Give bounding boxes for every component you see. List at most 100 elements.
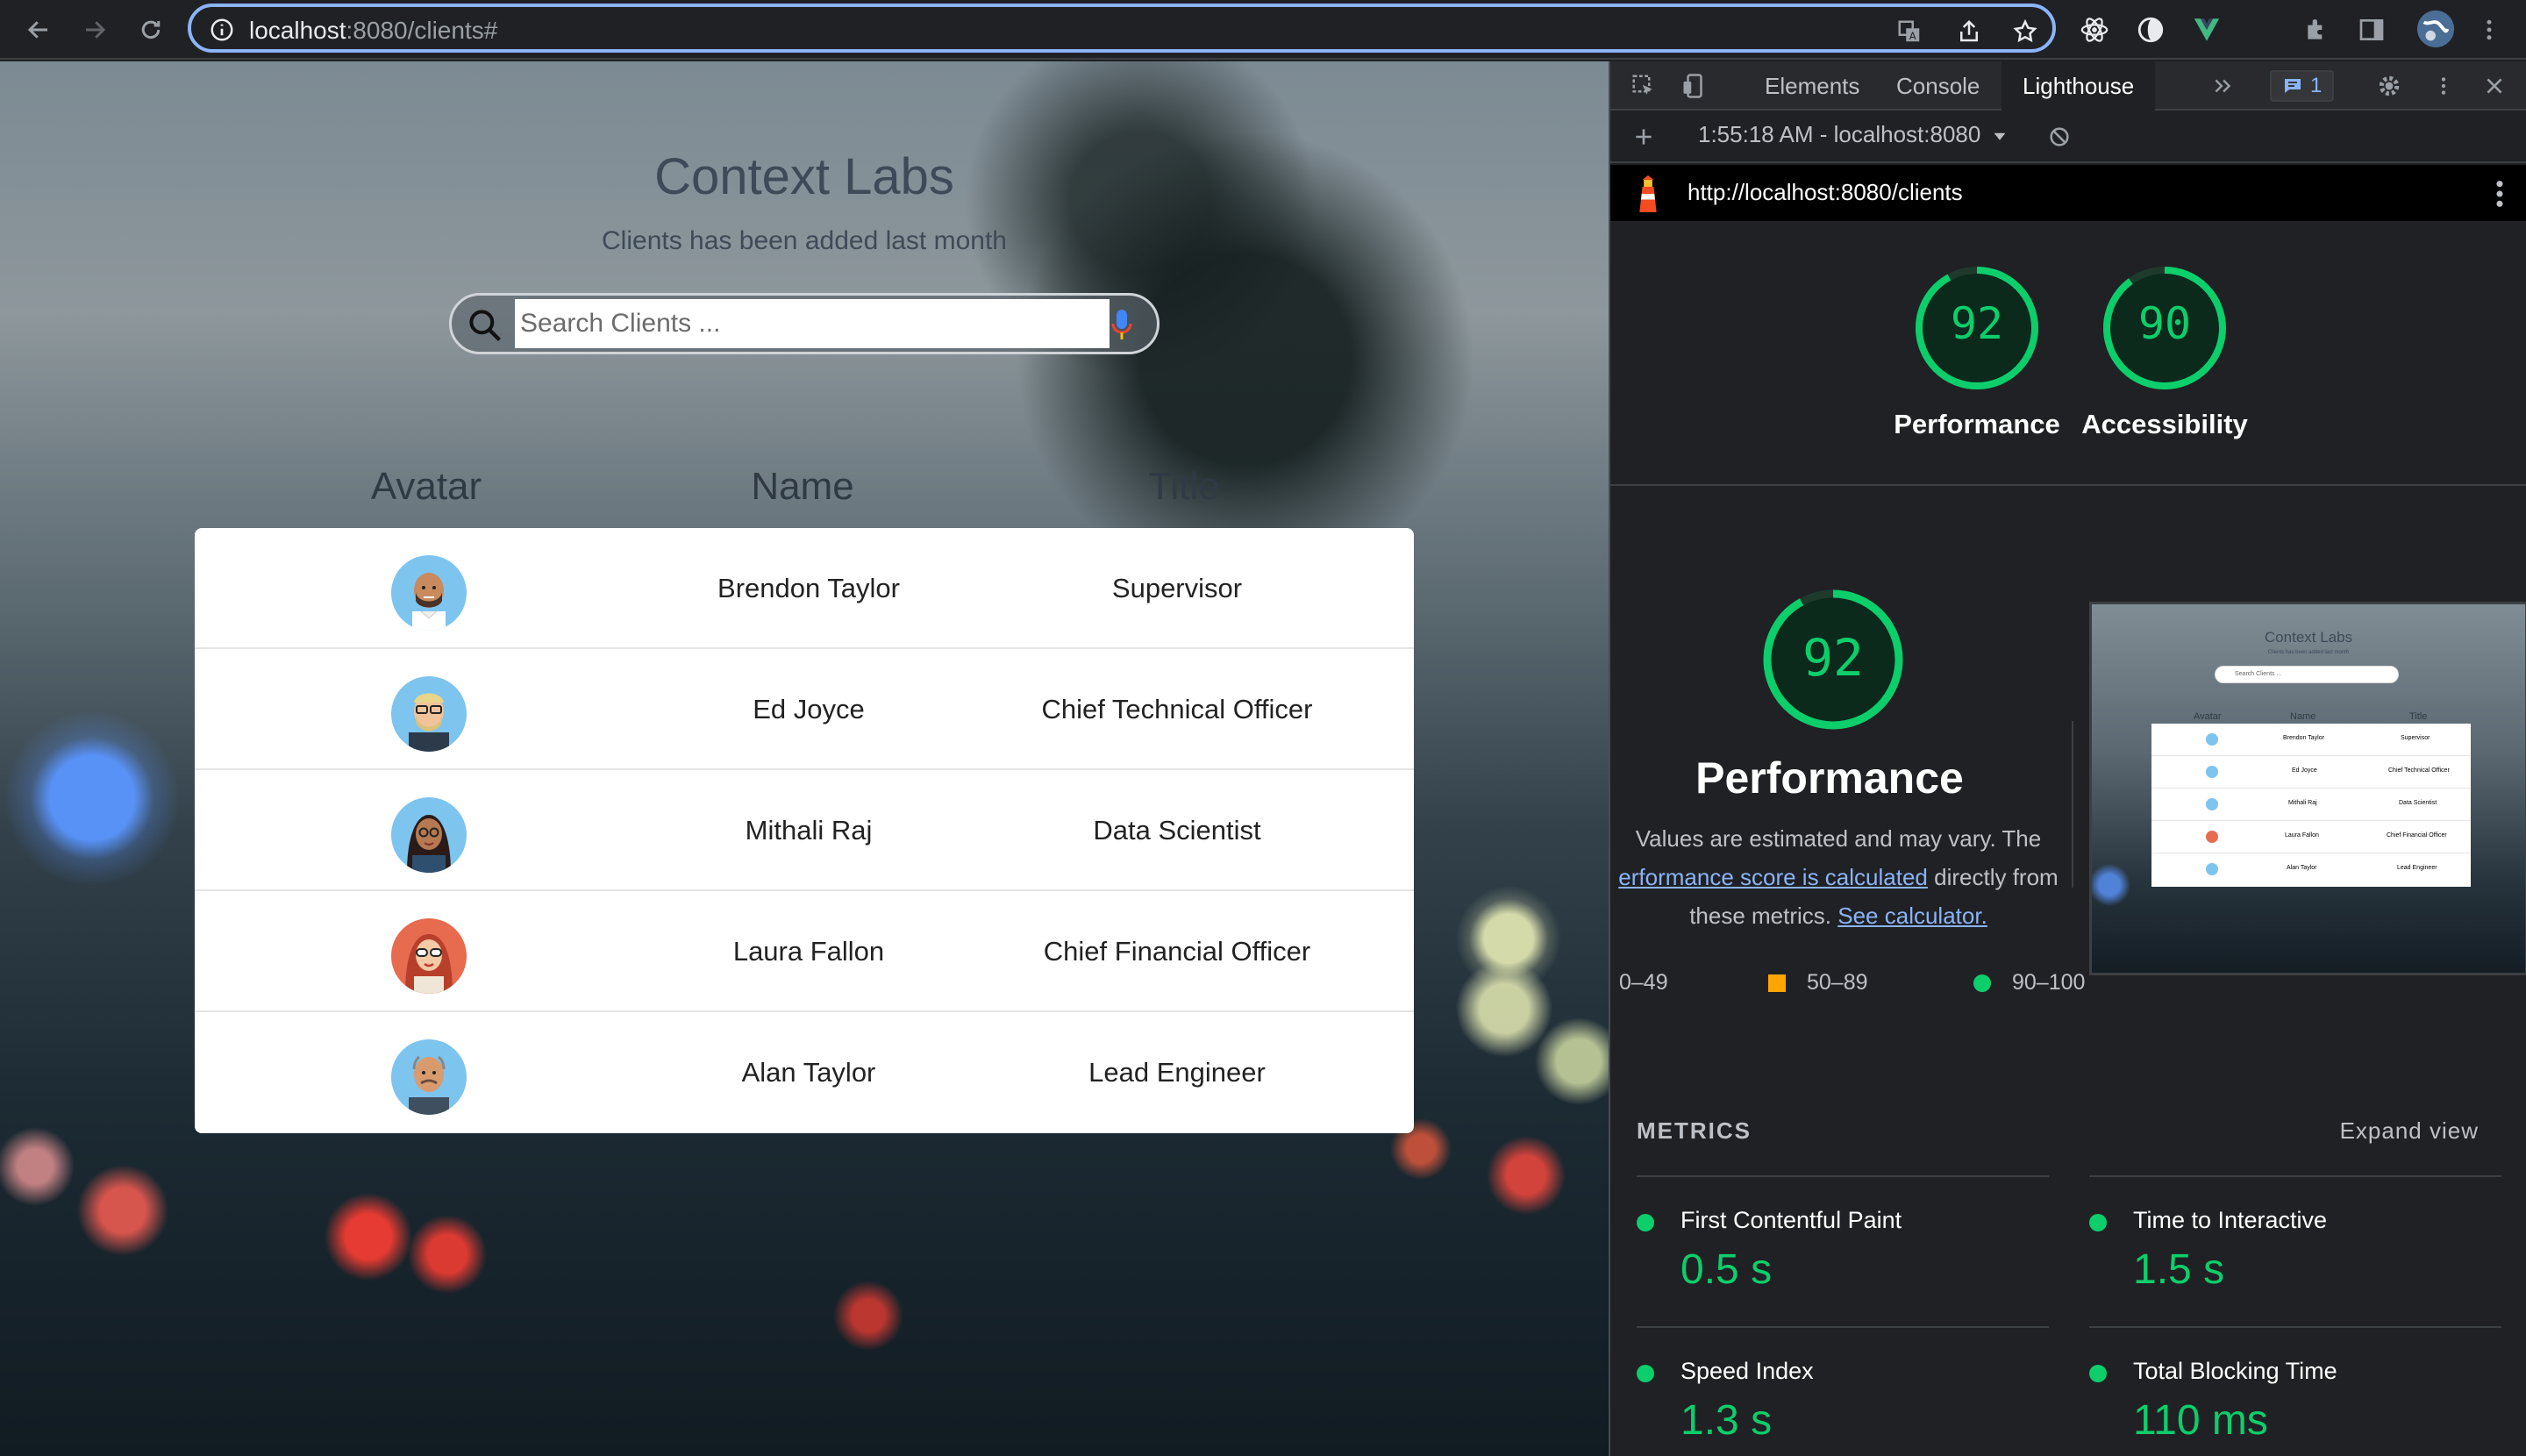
- metric-value: 110 ms: [2133, 1397, 2268, 1444]
- devtools-tab-bar: Elements Console Lighthouse 1: [1610, 61, 2526, 111]
- table-row[interactable]: Ed Joyce Chief Technical Officer: [195, 649, 1414, 770]
- address-bar[interactable]: localhost:8080/clients# A: [188, 4, 2056, 53]
- url-text[interactable]: localhost:8080/clients#: [249, 17, 497, 45]
- metrics-header: METRICS: [1637, 1117, 1752, 1144]
- avatar: [391, 555, 467, 631]
- avatar: [391, 1039, 467, 1115]
- close-icon[interactable]: [2479, 70, 2510, 102]
- dropdown-arrow-icon: [1994, 132, 2005, 140]
- metric-value: 1.5 s: [2133, 1246, 2225, 1293]
- site-info-icon[interactable]: [209, 17, 235, 43]
- tab-console[interactable]: Console: [1875, 61, 2001, 111]
- react-devtools-icon[interactable]: [2077, 12, 2112, 47]
- table-row[interactable]: Mithali Raj Data Scientist: [195, 770, 1414, 891]
- table-row[interactable]: Laura Fallon Chief Financial Officer: [195, 891, 1414, 1012]
- side-panel-icon[interactable]: [2354, 12, 2389, 47]
- issues-count: 1: [2310, 74, 2323, 97]
- search-icon: [466, 306, 504, 345]
- translate-icon[interactable]: A: [1894, 17, 1924, 46]
- message-icon: [2285, 79, 2301, 93]
- more-tabs-icon[interactable]: [2207, 70, 2238, 102]
- divider: [1610, 484, 2526, 486]
- thumbnail-col-avatar: Avatar: [2194, 711, 2222, 722]
- tab-elements[interactable]: Elements: [1744, 61, 1880, 111]
- table-row[interactable]: Alan Taylor Lead Engineer: [195, 1012, 1414, 1133]
- tab-lighthouse[interactable]: Lighthouse: [2002, 61, 2156, 111]
- client-name: Ed Joyce: [753, 694, 865, 724]
- legend-average: 50–89: [1768, 970, 1868, 996]
- microphone-icon[interactable]: [1111, 308, 1132, 343]
- performance-gauge[interactable]: 92: [1914, 265, 2040, 391]
- client-title: Data Scientist: [1093, 815, 1261, 846]
- reload-icon: [141, 20, 161, 39]
- circle-icon: [1973, 974, 1991, 993]
- device-toggle-icon[interactable]: [1679, 70, 1710, 102]
- svg-text:A: A: [1909, 31, 1916, 42]
- expand-view-toggle[interactable]: Expand view: [2340, 1117, 2479, 1145]
- thumbnail-row: Alan Taylor Lead Engineer: [2151, 853, 2471, 886]
- thumbnail-table: Brendon Taylor Supervisor Ed Joyce Chief T…: [2151, 724, 2471, 887]
- clear-block-icon[interactable]: [2044, 121, 2075, 153]
- share-icon[interactable]: [1954, 17, 1984, 46]
- thumbnail-title: Context Labs: [2264, 629, 2353, 646]
- metric-total-blocking-time: Total Blocking Time 110 ms: [2063, 1345, 2475, 1456]
- app-title: Context Labs: [654, 148, 954, 205]
- column-header-title: Title: [1148, 465, 1220, 508]
- metric-label: First Contentful Paint: [1680, 1207, 1902, 1233]
- chrome-menu-icon[interactable]: [2472, 12, 2507, 47]
- extensions-puzzle-icon[interactable]: [2300, 12, 2335, 47]
- search-bar[interactable]: [449, 293, 1160, 354]
- web-page: Context Labs Clients has been added last…: [0, 61, 1609, 1456]
- settings-gear-icon[interactable]: [2373, 70, 2405, 102]
- accessibility-score: 90: [2137, 298, 2192, 349]
- legend-pass: 90–100: [1973, 970, 2085, 996]
- lighthouse-url-bar: http://localhost:8080/clients: [1610, 165, 2526, 221]
- divider: [1637, 1326, 2049, 1328]
- client-title: Supervisor: [1111, 573, 1243, 603]
- avatar: [391, 797, 467, 873]
- avatar: [391, 676, 467, 752]
- metric-first-contentful-paint: First Contentful Paint 0.5 s: [1610, 1195, 2023, 1344]
- divider: [2072, 721, 2073, 888]
- thumbnail-row: Brendon Taylor Supervisor: [2151, 724, 2471, 756]
- divider: [2089, 1326, 2501, 1328]
- see-calculator-link[interactable]: See calculator.: [1837, 903, 1987, 929]
- plus-icon[interactable]: [1628, 121, 1659, 153]
- lighthouse-logo-icon: [1633, 175, 1663, 212]
- issues-badge[interactable]: 1: [2270, 70, 2335, 102]
- performance-description: Values are estimated and may vary. The e…: [1618, 825, 2059, 929]
- extension-globe-icon[interactable]: [2133, 12, 2168, 47]
- kebab-menu-icon[interactable]: [2428, 70, 2459, 102]
- pass-indicator: [2089, 1365, 2107, 1382]
- score-calculation-link[interactable]: erformance score is calculated: [1618, 864, 1928, 890]
- browser-toolbar: localhost:8080/clients# A: [0, 0, 2526, 60]
- reload-button[interactable]: [132, 11, 170, 49]
- client-title: Chief Financial Officer: [1043, 936, 1311, 967]
- divider: [1637, 1175, 2049, 1177]
- accessibility-gauge[interactable]: 90: [2101, 265, 2228, 391]
- metric-label: Speed Index: [1680, 1358, 1814, 1384]
- devtools-panel: Elements Console Lighthouse 1 1:55:18 AM…: [1609, 61, 2526, 1456]
- thumbnail-col-name: Name: [2290, 711, 2316, 722]
- table-row[interactable]: Brendon Taylor Supervisor: [195, 528, 1414, 649]
- accessibility-label: Accessibility: [2081, 409, 2248, 439]
- inspect-element-icon[interactable]: [1628, 70, 1659, 102]
- vue-devtools-icon[interactable]: [2189, 12, 2224, 47]
- report-menu-icon[interactable]: [2491, 179, 2508, 209]
- forward-button[interactable]: [75, 11, 114, 49]
- divider: [2089, 1175, 2501, 1177]
- report-url[interactable]: http://localhost:8080/clients: [1688, 179, 1963, 206]
- report-select[interactable]: 1:55:18 AM - localhost:8080: [1698, 121, 2007, 148]
- lighthouse-toolbar: 1:55:18 AM - localhost:8080: [1610, 112, 2526, 163]
- avatar: [391, 918, 467, 994]
- pass-indicator: [1637, 1214, 1654, 1231]
- clients-table: Brendon Taylor Supervisor Ed Joyce Chief…: [195, 528, 1414, 1133]
- pass-indicator: [2089, 1214, 2107, 1231]
- bookmark-star-icon[interactable]: [2010, 17, 2040, 46]
- metric-time-to-interactive: Time to Interactive 1.5 s: [2063, 1195, 2475, 1344]
- search-input[interactable]: [515, 299, 1110, 348]
- profile-avatar[interactable]: [2414, 7, 2458, 51]
- app-subtitle: Clients has been added last month: [602, 226, 1007, 255]
- column-header-name: Name: [751, 465, 854, 508]
- back-button[interactable]: [19, 11, 58, 49]
